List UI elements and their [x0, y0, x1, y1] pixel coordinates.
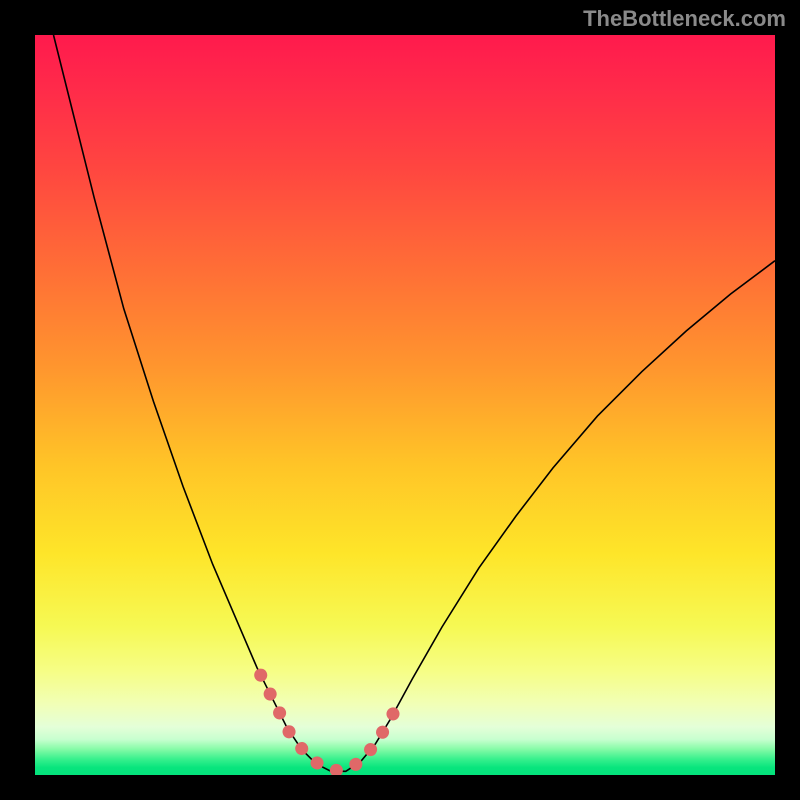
highlight-segment — [261, 675, 402, 770]
attribution-label: TheBottleneck.com — [583, 6, 786, 32]
curve-overlay — [35, 35, 775, 775]
plot-area — [35, 35, 775, 775]
chart-root: TheBottleneck.com — [0, 0, 800, 800]
bottleneck-curve — [54, 35, 776, 771]
